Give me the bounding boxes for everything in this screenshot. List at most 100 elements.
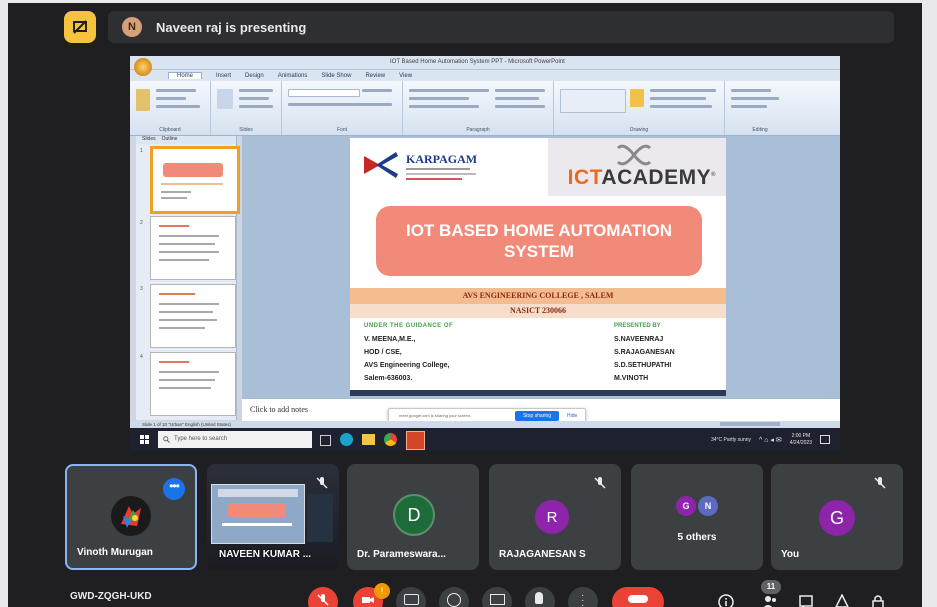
guidance-heading: UNDER THE GUIDANCE OF (364, 323, 454, 329)
office-button[interactable] (134, 58, 152, 76)
presented-by-heading: PRESENTED BY (614, 323, 661, 329)
ribbon-group-label: Paragraph (466, 127, 490, 133)
participant-tile[interactable]: ••• Vinoth Murugan (65, 464, 197, 570)
powerpoint-title-bar: IOT Based Home Automation System PPT - M… (130, 56, 840, 70)
slide-thumbnail[interactable] (150, 352, 236, 416)
participant-name: RAJAGANESAN S (499, 549, 586, 560)
chat-icon[interactable] (798, 594, 814, 607)
ribbon-group-font: Font (282, 81, 403, 135)
powerpoint-title: IOT Based Home Automation System PPT - M… (390, 59, 565, 65)
others-count: 5 others (677, 532, 717, 543)
ribbon: Clipboard Slides Font Paragraph Drawing … (130, 81, 840, 136)
ribbon-tab-view[interactable]: View (399, 73, 412, 79)
guidance-line: AVS Engineering College, (364, 362, 450, 369)
captions-button[interactable] (396, 587, 426, 607)
slide-canvas[interactable]: KARPAGAM ICTACADEMY® IOT BASED HOME AUTO… (350, 138, 726, 396)
more-options-button[interactable]: ••• (163, 478, 185, 500)
avatar (111, 496, 151, 536)
karpagam-logo-icon (364, 152, 398, 178)
edge-icon[interactable] (340, 433, 353, 446)
host-controls-icon[interactable] (870, 594, 886, 607)
ribbon-tab-slide-show[interactable]: Slide Show (321, 73, 351, 79)
avatar: D (393, 494, 435, 536)
participant-name: You (781, 549, 800, 560)
file-explorer-icon[interactable] (362, 434, 375, 445)
participant-tile-others[interactable]: G N 5 others (631, 464, 763, 570)
slide-thumbnail[interactable] (150, 146, 240, 214)
more-options-button[interactable]: · · · (568, 587, 598, 607)
participant-tile[interactable]: D Dr. Parameswara... (347, 464, 479, 570)
pane-tab-outline[interactable]: Outline (162, 136, 178, 144)
powerpoint-status-bar: Slide 1 of 10 "Urban" English (United St… (130, 421, 840, 428)
chrome-icon[interactable] (384, 433, 397, 446)
profile-photo (111, 496, 151, 536)
stop-sharing-button[interactable]: Stop sharing (515, 411, 559, 421)
phone-hangup-icon (628, 595, 648, 603)
zoom-slider[interactable] (720, 422, 780, 426)
participant-tile[interactable]: NAVEEN KUMAR ... (207, 464, 339, 570)
ribbon-group-clipboard: Clipboard (130, 81, 211, 135)
people-icon[interactable] (762, 594, 778, 607)
status-text: Slide 1 of 10 "Urban" English (United St… (142, 422, 231, 427)
mic-off-icon (594, 477, 606, 489)
ribbon-group-label: Slides (239, 127, 253, 133)
presenter-avatar: N (122, 17, 142, 37)
ribbon-tabs: Home Insert Design Animations Slide Show… (130, 70, 840, 81)
task-view-icon[interactable] (320, 435, 331, 446)
slide-thumbnail[interactable] (150, 284, 236, 348)
mic-off-icon (316, 477, 328, 489)
guidance-line: V. MEENA,M.E., (364, 336, 416, 343)
info-icon[interactable] (718, 594, 734, 607)
leave-call-button[interactable] (612, 587, 664, 607)
screen-share-message: meet.google.com is sharing your screen. (399, 413, 472, 418)
windows-taskbar: Type here to search 34°C Partly sunny ^ … (130, 428, 840, 451)
raise-hand-button[interactable] (525, 587, 555, 607)
search-icon (163, 436, 170, 443)
slide-thumbnail[interactable] (150, 216, 236, 280)
participant-name: NAVEEN KUMAR ... (219, 549, 312, 560)
ribbon-tab-design[interactable]: Design (245, 73, 264, 79)
slide-footer-strip (350, 390, 726, 396)
slide-thumbnail-pane: Slides Outline 1 2 3 4 (136, 136, 240, 420)
powerpoint-body: Slides Outline 1 2 3 4 KARPAGAM ICTACADE… (130, 136, 840, 421)
ribbon-tab-home[interactable]: Home (168, 72, 203, 79)
ribbon-tab-insert[interactable]: Insert (216, 73, 231, 79)
karpagam-name: KARPAGAM (406, 152, 478, 166)
clock[interactable]: 2:00 PM 4/24/2023 (790, 433, 812, 447)
participant-name: Dr. Parameswara... (357, 549, 446, 560)
meeting-controls: GWD-ZQGH-UKD ! · · · (8, 583, 922, 607)
slide-edit-area: KARPAGAM ICTACADEMY® IOT BASED HOME AUTO… (242, 136, 840, 398)
captions-icon (404, 594, 419, 605)
present-toggle-button[interactable] (64, 11, 96, 43)
reactions-button[interactable] (439, 587, 469, 607)
ribbon-group-label: Editing (752, 127, 768, 133)
taskbar-search[interactable]: Type here to search (158, 431, 312, 448)
ribbon-tab-animations[interactable]: Animations (278, 73, 308, 79)
activities-icon[interactable] (834, 594, 850, 607)
presenter-name: M.VINOTH (614, 375, 649, 382)
meeting-code: GWD-ZQGH-UKD (70, 591, 152, 602)
clock-time: 2:00 PM (791, 432, 811, 439)
taskbar-search-placeholder: Type here to search (174, 436, 228, 442)
participant-name: Vinoth Murugan (77, 547, 153, 558)
hide-notice-link[interactable]: Hide (567, 413, 577, 419)
meet-window: N Naveen raj is presenting IOT Based Hom… (8, 3, 922, 607)
ribbon-tab-review[interactable]: Review (365, 73, 385, 79)
windows-start-icon[interactable] (140, 435, 150, 445)
hand-icon (535, 592, 543, 604)
ribbon-group-slides: Slides (211, 81, 282, 135)
present-now-button[interactable] (482, 587, 512, 607)
participant-tile-self[interactable]: G You (771, 464, 903, 570)
ribbon-group-label: Clipboard (159, 127, 181, 133)
mic-toggle-button[interactable] (308, 587, 338, 607)
presenting-label: Naveen raj is presenting (156, 19, 307, 35)
notification-center-icon[interactable] (820, 435, 830, 444)
pane-tab-slides[interactable]: Slides (142, 136, 156, 144)
ict-academy-logo: ICTACADEMY® (548, 138, 726, 196)
powerpoint-taskbar-icon[interactable] (406, 431, 425, 450)
presenter-name: S.D.SETHUPATHI (614, 362, 672, 369)
avatar: N (698, 496, 718, 516)
system-tray: 34°C Partly sunny ^ ⌂ ◂ ✉ 2:00 PM 4/24/2… (711, 428, 830, 451)
participant-tile[interactable]: R RAJAGANESAN S (489, 464, 621, 570)
weather-text: 34°C Partly sunny (710, 436, 752, 443)
